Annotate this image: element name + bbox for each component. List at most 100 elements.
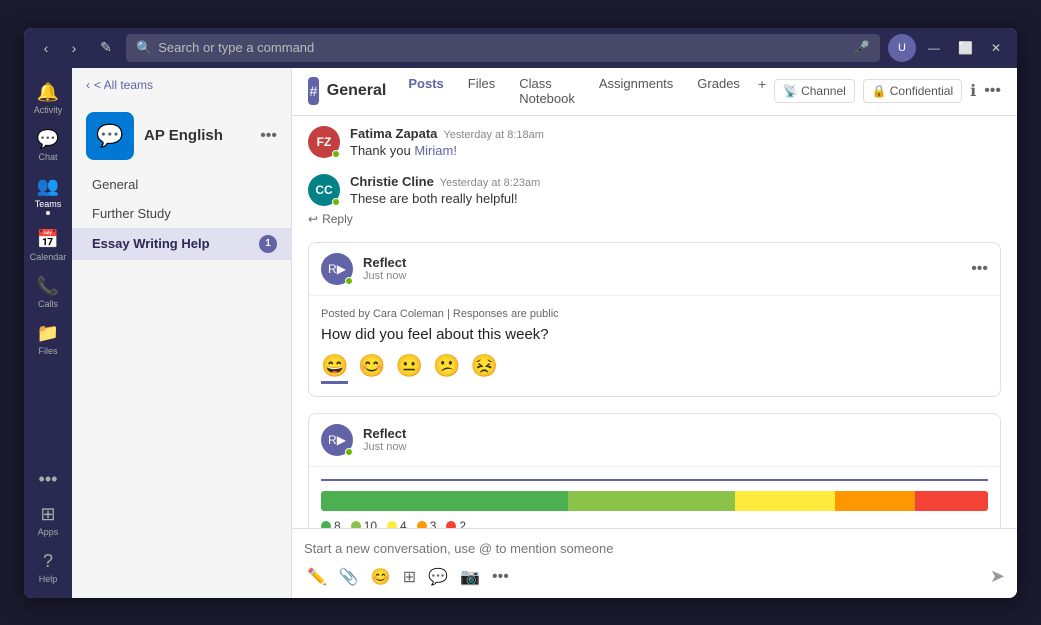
calls-icon: 📞 <box>37 276 59 297</box>
tab-files[interactable]: Files <box>456 68 507 122</box>
sidebar-item-more[interactable]: ••• <box>28 463 68 496</box>
results-avatar-initials: R▶ <box>328 433 346 447</box>
sidebar-item-calls[interactable]: 📞 Calls <box>28 270 68 315</box>
camera-icon[interactable]: 📷 <box>457 564 483 590</box>
channel-item-general[interactable]: General <box>72 170 291 199</box>
mention-miriam[interactable]: Miriam! <box>414 143 457 158</box>
sidebar-item-teams[interactable]: 👥 Teams <box>28 170 68 221</box>
attach-icon[interactable]: 📎 <box>336 564 362 590</box>
edit-icon[interactable]: ✎ <box>94 36 118 60</box>
back-button[interactable]: ‹ <box>34 36 58 60</box>
msg-text-content: Thank you <box>350 143 414 158</box>
add-tab-button[interactable]: + <box>752 68 772 121</box>
channel-general-label: General <box>92 177 138 192</box>
count-value-0: 8 <box>334 519 341 528</box>
channel-item-essay-writing[interactable]: Essay Writing Help 1 <box>72 228 291 260</box>
tab-posts[interactable]: Posts <box>396 68 455 122</box>
emoji-option-0[interactable]: 😄 <box>321 353 348 384</box>
emoji-counts: 8 10 4 3 <box>321 519 988 528</box>
reflect-results-header: R▶ Reflect Just now <box>309 414 1000 467</box>
compose-input[interactable] <box>304 537 1005 560</box>
emoji-option-2[interactable]: 😐 <box>396 353 423 384</box>
channel-essay-label: Essay Writing Help <box>92 236 210 251</box>
emoji-option-1[interactable]: 😊 <box>358 353 385 384</box>
more-options-icon[interactable]: ••• <box>984 82 1001 100</box>
count-dot-1 <box>351 521 361 528</box>
tab-grades[interactable]: Grades <box>685 68 752 122</box>
team-header: 💬 AP English ••• <box>72 102 291 170</box>
reflect-poll-attribution: Posted by Cara Coleman | Responses are p… <box>321 308 988 320</box>
user-avatar[interactable]: U <box>888 34 916 62</box>
message-row-christie: CC Christie Cline Yesterday at 8:23am Th… <box>308 174 1001 206</box>
sidebar-item-help[interactable]: ? Help <box>28 545 68 590</box>
emoji-icon[interactable]: 😊 <box>368 564 394 590</box>
send-button[interactable]: ➤ <box>990 566 1005 587</box>
back-text: < All teams <box>94 78 153 92</box>
format-icon[interactable]: ✏️ <box>304 564 330 590</box>
calendar-icon: 📅 <box>37 229 59 250</box>
chat-icon: 💬 <box>37 129 59 150</box>
main-content: 🔔 Activity 💬 Chat 👥 Teams 📅 Calendar 📞 C… <box>24 68 1017 598</box>
teams-icon: 👥 <box>37 176 59 197</box>
channel-header: # General Posts Files Class Notebook Ass… <box>292 68 1017 116</box>
avatar-fatima: FZ <box>308 126 340 158</box>
close-button[interactable]: ✕ <box>985 41 1007 55</box>
more-icon: ••• <box>39 469 58 490</box>
tab-assignments[interactable]: Assignments <box>587 68 685 122</box>
reply-button-christie[interactable]: ↩ Reply <box>308 212 1001 226</box>
forward-button[interactable]: › <box>62 36 86 60</box>
count-value-4: 2 <box>459 519 466 528</box>
avatar-initials-fatima: FZ <box>317 135 332 149</box>
sidebar-item-calendar[interactable]: 📅 Calendar <box>28 223 68 268</box>
header-tabs: Posts Files Class Notebook Assignments G… <box>396 68 772 121</box>
tab-class-notebook[interactable]: Class Notebook <box>507 68 587 122</box>
confidential-label: Confidential <box>890 84 953 98</box>
back-to-teams[interactable]: ‹ < All teams <box>72 68 291 102</box>
message-header-fatima: Fatima Zapata Yesterday at 8:18am <box>350 126 1001 141</box>
search-icon: 🔍 <box>136 40 152 56</box>
emoji-option-4[interactable]: 😣 <box>471 353 498 384</box>
count-dot-4 <box>446 521 456 528</box>
sidebar-item-files[interactable]: 📁 Files <box>28 317 68 362</box>
reply-label: Reply <box>322 212 353 226</box>
count-item-4: 2 <box>446 519 466 528</box>
count-value-2: 4 <box>400 519 407 528</box>
channel-list: General Further Study Essay Writing Help… <box>72 170 291 598</box>
sidebar-item-chat[interactable]: 💬 Chat <box>28 123 68 168</box>
more-compose-icon[interactable]: ••• <box>489 565 512 589</box>
sidebar-item-apps[interactable]: ⊞ Apps <box>28 498 68 543</box>
back-arrow: ‹ <box>86 78 90 92</box>
meeting-icon[interactable]: 💬 <box>425 564 451 590</box>
avatar-initials-christie: CC <box>315 183 332 197</box>
messages-area[interactable]: FZ Fatima Zapata Yesterday at 8:18am Tha… <box>292 116 1017 528</box>
message-body-christie: Christie Cline Yesterday at 8:23am These… <box>350 174 1001 206</box>
team-menu-button[interactable]: ••• <box>260 127 277 145</box>
message-thread-christie: CC Christie Cline Yesterday at 8:23am Th… <box>308 174 1001 226</box>
channel-item-further-study[interactable]: Further Study <box>72 199 291 228</box>
info-icon[interactable]: ℹ <box>970 81 976 101</box>
channel-title: General <box>327 82 387 100</box>
sender-name-christie: Christie Cline <box>350 174 434 189</box>
count-item-1: 10 <box>351 519 377 528</box>
avatar-christie: CC <box>308 174 340 206</box>
confidential-button[interactable]: 🔒 Confidential <box>863 79 962 103</box>
search-bar[interactable]: 🔍 Search or type a command 🎤 <box>126 34 880 62</box>
sidebar-item-activity[interactable]: 🔔 Activity <box>28 76 68 121</box>
message-row-fatima: FZ Fatima Zapata Yesterday at 8:18am Tha… <box>308 126 1001 158</box>
reply-icon: ↩ <box>308 212 318 226</box>
bar-segment-4 <box>915 491 988 511</box>
maximize-button[interactable]: ⬜ <box>952 41 979 55</box>
reflect-poll-header: R▶ Reflect Just now ••• <box>309 243 1000 296</box>
responses-visibility: Responses are public <box>453 308 559 320</box>
reflect-poll-menu[interactable]: ••• <box>971 260 988 278</box>
minimize-button[interactable]: — <box>922 41 946 55</box>
mic-icon[interactable]: 🎤 <box>854 40 870 56</box>
apps-compose-icon[interactable]: ⊞ <box>400 564 419 590</box>
channel-button[interactable]: 📡 Channel <box>774 79 855 103</box>
channel-icon: # <box>308 77 319 105</box>
calls-label: Calls <box>38 299 58 309</box>
emoji-option-3[interactable]: 😕 <box>433 353 460 384</box>
online-indicator-reflect-poll <box>345 277 353 285</box>
message-thread-fatima: FZ Fatima Zapata Yesterday at 8:18am Tha… <box>308 126 1001 158</box>
files-icon: 📁 <box>37 323 59 344</box>
